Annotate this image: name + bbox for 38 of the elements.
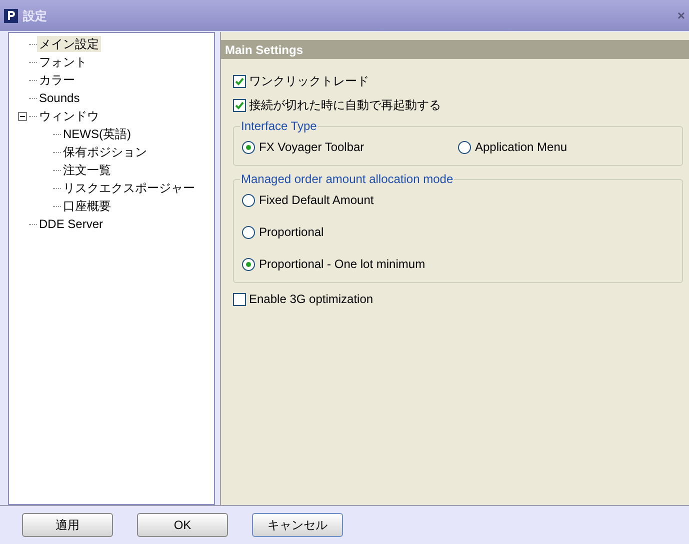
radio-button[interactable] [242,140,255,154]
radio-label: FX Voyager Toolbar [259,139,364,156]
check-icon [235,76,244,86]
checkbox-label: 接続が切れた時に自動で再起動する [249,97,441,114]
radio-label: Proportional [259,224,324,241]
radio-button[interactable] [458,140,471,154]
checkbox-label: ワンクリックトレード [249,73,369,90]
tree-item[interactable]: NEWS(英語) [61,126,133,142]
dialog-button[interactable]: OK [137,513,228,537]
checkbox[interactable] [233,292,246,306]
check-icon [235,100,244,110]
radio-button[interactable] [242,194,255,206]
app-logo-icon [4,8,18,22]
group-title: Interface Type [240,119,318,133]
radio-label: Proportional - One lot minimum [259,256,426,273]
tree-item[interactable]: フォント [37,54,89,70]
tree-item[interactable]: Sounds [37,90,82,106]
radio-button[interactable] [242,258,255,270]
collapse-icon[interactable] [18,112,26,120]
tree-item[interactable]: DDE Server [37,216,106,232]
tree-item[interactable]: 注文一覧 [61,162,113,178]
tree-item[interactable]: メイン設定 [37,36,101,52]
checkbox[interactable] [233,74,246,88]
tree-item[interactable]: ウィンドウ [37,108,101,124]
radio-label: Fixed Default Amount [259,192,374,209]
radio-button[interactable] [242,226,255,238]
tree-item[interactable]: カラー [37,72,77,88]
radio-label: Application Menu [475,139,568,156]
dialog-button[interactable]: 適用 [22,513,113,537]
panel-header: Main Settings [221,40,689,59]
tree-item[interactable]: 口座概要 [61,198,113,214]
group-title: Managed order amount allocation mode [240,172,454,186]
tree-item[interactable]: 保有ポジション [61,144,149,160]
dialog-button[interactable]: キャンセル [252,513,343,537]
checkbox-label: Enable 3G optimization [249,291,374,308]
tree-item[interactable]: リスクエクスポージャー [61,180,197,196]
checkbox[interactable] [233,98,246,112]
window-title: 設定 [23,8,47,24]
